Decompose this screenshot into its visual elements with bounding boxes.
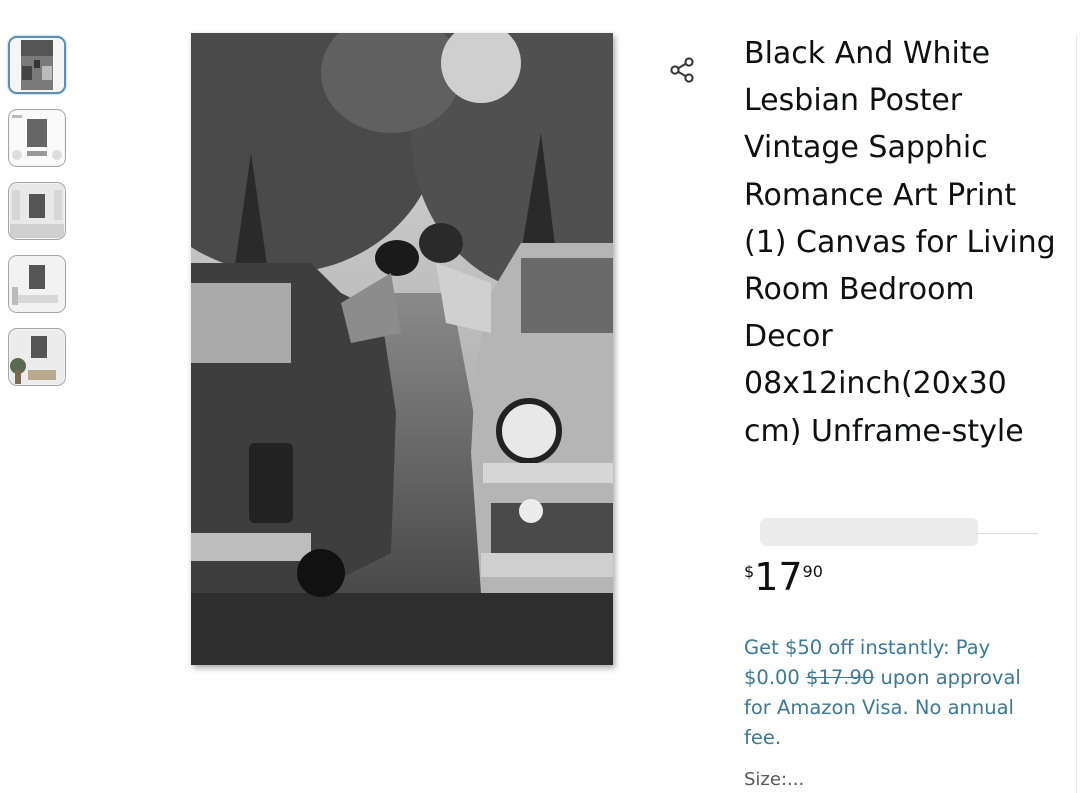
poster-wall-thumbnail-icon: [10, 257, 64, 311]
size-selector-label[interactable]: Size:...: [744, 769, 804, 790]
poster-photo-thumbnail-icon: [10, 38, 64, 92]
thumbnail-4[interactable]: [8, 255, 66, 313]
price: $1790: [744, 558, 823, 596]
thumbnail-2[interactable]: [8, 109, 66, 167]
promo-struck-price: $17.90: [806, 666, 875, 689]
thumbnail-strip: [8, 36, 70, 401]
redacted-rating-area: [760, 518, 978, 546]
thumbnail-3[interactable]: [8, 182, 66, 240]
thumbnail-1[interactable]: [8, 36, 66, 94]
right-edge-divider: [1076, 35, 1077, 793]
black-white-kiss-between-cars-photo-icon: [191, 33, 613, 665]
poster-living-room-thumbnail-icon: [10, 330, 64, 384]
main-product-image[interactable]: [191, 33, 613, 665]
price-fraction: 90: [802, 562, 823, 581]
divider: [976, 533, 1038, 534]
price-whole: 17: [754, 555, 803, 599]
poster-dimensions-thumbnail-icon: [10, 111, 64, 165]
thumbnail-5[interactable]: [8, 328, 66, 386]
visa-promo-link[interactable]: Get $50 off instantly: Pay $0.00 $17.90 …: [744, 633, 1034, 753]
price-currency-symbol: $: [744, 562, 755, 581]
product-title: Black And White Lesbian Poster Vintage S…: [744, 36, 1056, 449]
share-button[interactable]: [666, 53, 700, 87]
share-icon: [670, 57, 694, 83]
poster-room-thumbnail-icon: [10, 184, 64, 238]
